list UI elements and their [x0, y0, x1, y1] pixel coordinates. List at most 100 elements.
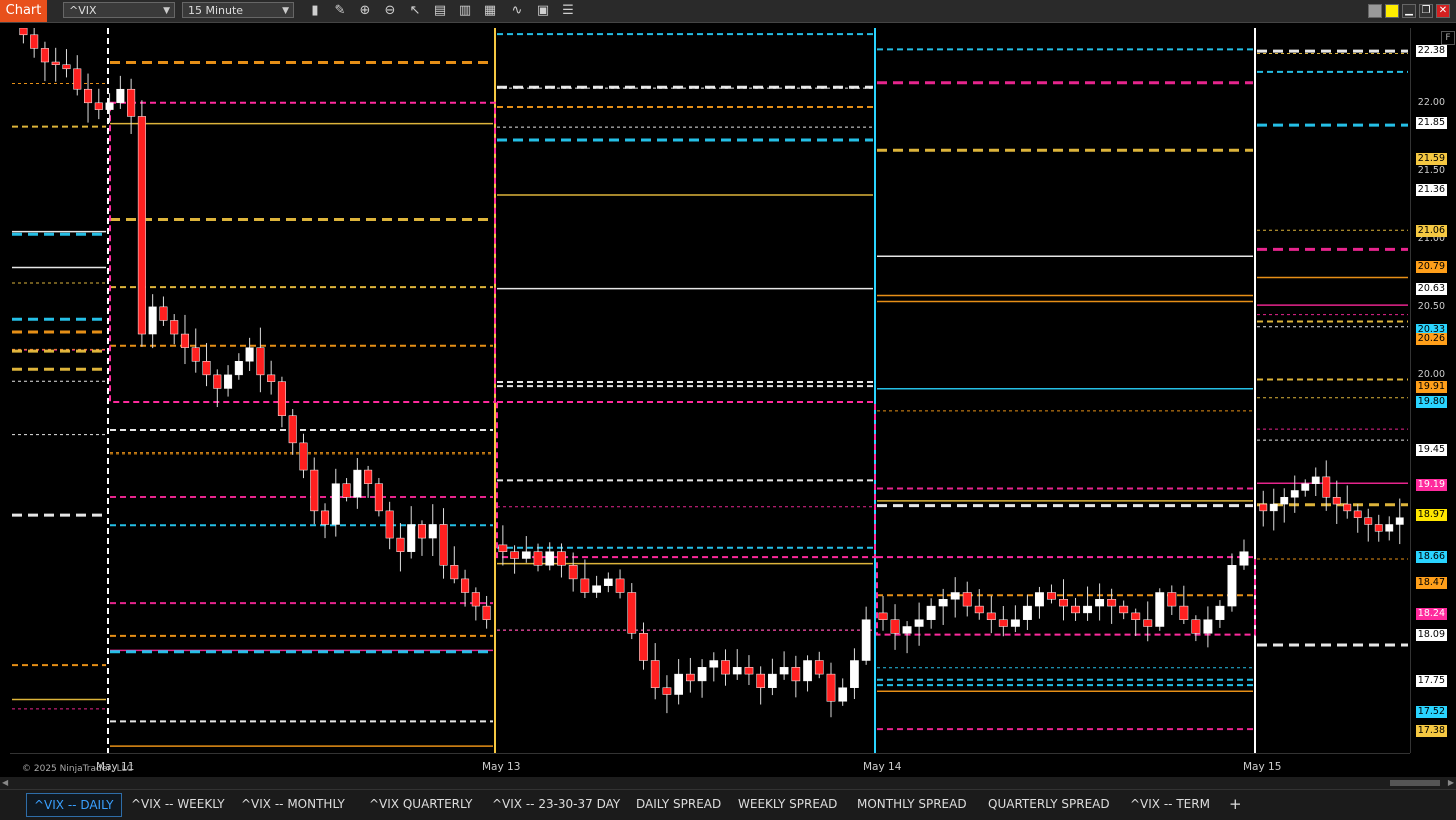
tab-quarterly-spread[interactable]: QUARTERLY SPREAD [981, 793, 1117, 815]
candle-body [1131, 612, 1141, 620]
price-plot-area[interactable]: © 2025 NinjaTrader, LLC [10, 8, 1410, 774]
candle-body [1215, 605, 1225, 620]
candle-body [159, 306, 168, 321]
templates-icon[interactable]: ▣ [534, 2, 552, 20]
candle-body [105, 102, 114, 110]
bars-icon[interactable]: ▮ [306, 2, 324, 20]
candle-body [580, 578, 590, 593]
tab-vix-quarterly[interactable]: ^VIX QUARTERLY [362, 793, 479, 815]
yellow-square-icon[interactable] [1385, 4, 1399, 18]
tab-vix-term[interactable]: ^VIX -- TERM [1123, 793, 1217, 815]
tab-weekly-spread[interactable]: WEEKLY SPREAD [731, 793, 844, 815]
candle-body [1119, 605, 1129, 614]
candle-body [224, 374, 233, 389]
candle-body [321, 510, 330, 525]
candle-body [256, 347, 265, 376]
zoom-in-icon[interactable]: ⊕ [356, 2, 374, 20]
candle-body [732, 667, 742, 675]
zoom-out-icon[interactable]: ⊖ [381, 2, 399, 20]
candle-body [191, 347, 200, 362]
candle-body [1290, 490, 1299, 498]
horizontal-scrollbar[interactable]: ◀ ▶ [0, 777, 1456, 789]
candle-body [94, 102, 103, 110]
minimize-icon[interactable]: ▁ [1402, 4, 1416, 18]
plus-icon[interactable]: + [1222, 793, 1249, 815]
candle-body [1343, 503, 1352, 512]
strategies-icon[interactable]: ▦ [481, 2, 499, 20]
candle-body [19, 27, 28, 36]
pencil-icon[interactable]: ✎ [331, 2, 349, 20]
candle-body [791, 667, 801, 682]
candle-body [521, 551, 531, 559]
candle-body [861, 619, 871, 661]
close-icon[interactable]: ✕ [1436, 4, 1450, 18]
x-label-may-13: May 13 [482, 761, 521, 773]
candle-body [650, 660, 660, 688]
candle-body [697, 667, 707, 682]
axis-scale-toggle-icon[interactable]: F [1441, 31, 1455, 45]
x-label-may-15: May 15 [1243, 761, 1282, 773]
instrument-selector[interactable]: ^VIX ▼ [63, 2, 175, 18]
scroll-left-icon[interactable]: ◀ [2, 778, 8, 787]
candle-body [686, 673, 695, 682]
price-level-tag: 19.80 [1415, 396, 1447, 409]
candle-body [1022, 605, 1032, 620]
pointer-icon[interactable]: ↖ [406, 2, 424, 20]
candle-body [1311, 476, 1320, 484]
time-axis[interactable]: May 11 May 13 May 14 May 15 [10, 753, 1410, 778]
scroll-right-icon[interactable]: ▶ [1448, 778, 1454, 787]
candle-body [353, 469, 362, 498]
candle-body [1155, 592, 1165, 627]
candle-body [1034, 592, 1044, 607]
tab-vix-day-spread[interactable]: ^VIX -- 23-30-37 DAY [485, 793, 627, 815]
scrollbar-thumb[interactable] [1390, 780, 1440, 786]
candle-body [1047, 592, 1056, 600]
restore-icon[interactable]: ❐ [1419, 4, 1433, 18]
candle-body [180, 333, 189, 348]
interval-selector[interactable]: 15 Minute ▼ [182, 2, 294, 18]
properties-icon[interactable]: ▤ [431, 2, 449, 20]
candle-body [914, 619, 924, 627]
candle-body [299, 442, 308, 471]
candle-body [450, 565, 459, 580]
grey-square-icon[interactable] [1368, 4, 1382, 18]
candle-body [310, 469, 319, 512]
price-grid-label: 20.00 [1417, 368, 1445, 380]
indicators-icon[interactable]: ∿ [508, 2, 526, 20]
candle-body [202, 361, 211, 376]
candle-body [277, 381, 286, 416]
tab-vix-monthly[interactable]: ^VIX -- MONTHLY [234, 793, 352, 815]
x-label-may-11: May 11 [96, 761, 135, 773]
data-box-icon[interactable]: ▥ [456, 2, 474, 20]
price-level-tag: 18.09 [1415, 628, 1447, 641]
price-level-tag: 22.38 [1415, 45, 1447, 58]
tab-vix-daily[interactable]: ^VIX -- DAILY [26, 793, 122, 817]
candle-body [428, 524, 437, 539]
candle-body [116, 88, 125, 104]
price-level-tag: 18.47 [1415, 576, 1447, 589]
candle-body [557, 551, 566, 566]
chart-title-tab[interactable]: Chart [0, 0, 47, 22]
price-grid-label: 22.00 [1417, 96, 1445, 108]
candle-body [267, 374, 276, 382]
tab-vix-weekly[interactable]: ^VIX -- WEEKLY [124, 793, 232, 815]
candle-body [674, 673, 683, 695]
price-level-tag: 21.36 [1415, 183, 1447, 196]
price-axis[interactable]: F 22.00 21.50 21.00 20.50 20.00 22.38 21.85 21.… [1410, 28, 1456, 753]
candle-body [40, 48, 49, 63]
tab-monthly-spread[interactable]: MONTHLY SPREAD [850, 793, 974, 815]
list-icon[interactable]: ☰ [559, 2, 577, 20]
candle-body [779, 667, 789, 675]
range-box [109, 101, 496, 404]
tab-daily-spread[interactable]: DAILY SPREAD [629, 793, 728, 815]
candle-body [1322, 476, 1331, 498]
candle-body [461, 578, 470, 593]
candle-body [364, 469, 373, 484]
candle-body [890, 619, 900, 634]
candle-body [1107, 599, 1117, 607]
price-level-tag: 17.38 [1415, 725, 1447, 738]
candle-body [545, 551, 555, 566]
candle-body [902, 626, 912, 634]
candle-body [756, 673, 766, 688]
candle-body [498, 544, 508, 552]
